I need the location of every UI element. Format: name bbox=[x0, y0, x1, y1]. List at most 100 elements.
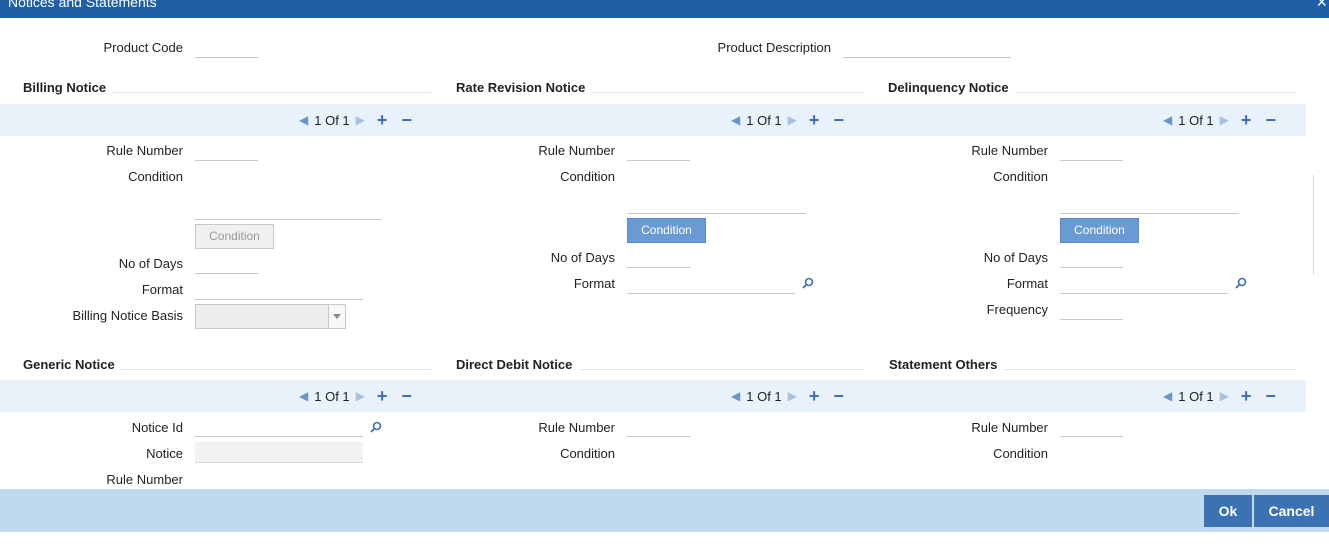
top-nav-band bbox=[0, 104, 1306, 136]
rate-format-input[interactable] bbox=[627, 293, 795, 294]
generic-notice-field bbox=[195, 442, 363, 463]
generic-pager-text: 1 Of 1 bbox=[314, 388, 350, 404]
generic-pager: ◀ 1 Of 1 ▶ + − bbox=[299, 386, 412, 406]
product-code-input[interactable] bbox=[195, 57, 258, 58]
delinquency-format-input[interactable] bbox=[1060, 293, 1228, 294]
add-row-button[interactable]: + bbox=[809, 387, 820, 405]
statement-others-rule bbox=[1004, 369, 1296, 370]
direct-debit-rule-number-input[interactable] bbox=[627, 436, 690, 437]
direct-debit-condition-label: Condition bbox=[560, 446, 615, 461]
delinquency-frequency-label: Frequency bbox=[986, 302, 1048, 317]
cancel-button[interactable]: Cancel bbox=[1254, 495, 1329, 527]
billing-rule-number-label: Rule Number bbox=[106, 143, 183, 158]
window-titlebar: Notices and Statements × bbox=[0, 0, 1329, 18]
billing-condition-label: Condition bbox=[128, 169, 183, 184]
billing-no-of-days-input[interactable] bbox=[195, 273, 258, 274]
statement-others-title: Statement Others bbox=[889, 357, 998, 372]
remove-row-button[interactable]: − bbox=[833, 111, 844, 129]
generic-notice-id-input[interactable] bbox=[195, 436, 363, 437]
billing-condition-input[interactable] bbox=[195, 219, 381, 220]
add-row-button[interactable]: + bbox=[377, 111, 388, 129]
product-code-label: Product Code bbox=[103, 40, 184, 55]
next-icon[interactable]: ▶ bbox=[788, 113, 797, 127]
ok-button[interactable]: Ok bbox=[1204, 495, 1252, 527]
rate-revision-pager: ◀ 1 Of 1 ▶ + − bbox=[731, 110, 844, 130]
next-icon[interactable]: ▶ bbox=[1220, 113, 1229, 127]
add-row-button[interactable]: + bbox=[809, 111, 820, 129]
delinquency-condition-button[interactable]: Condition bbox=[1060, 218, 1139, 243]
billing-format-input[interactable] bbox=[195, 299, 363, 300]
product-description-label: Product Description bbox=[717, 40, 831, 55]
add-row-button[interactable]: + bbox=[377, 387, 388, 405]
statement-others-condition-label: Condition bbox=[993, 446, 1048, 461]
remove-row-button[interactable]: − bbox=[1265, 387, 1276, 405]
chevron-down-icon[interactable] bbox=[328, 305, 345, 328]
prev-icon[interactable]: ◀ bbox=[731, 113, 740, 127]
billing-notice-basis-select[interactable] bbox=[195, 304, 346, 329]
delinquency-frequency-input[interactable] bbox=[1060, 319, 1123, 320]
close-icon[interactable]: × bbox=[1316, 0, 1327, 12]
billing-rule-number-input[interactable] bbox=[195, 160, 258, 161]
statement-others-rule-number-label: Rule Number bbox=[971, 420, 1048, 435]
vertical-scrollbar[interactable] bbox=[1313, 175, 1329, 275]
delinquency-rule-number-label: Rule Number bbox=[971, 143, 1048, 158]
magnifier-icon[interactable] bbox=[802, 277, 814, 289]
rate-rule-number-label: Rule Number bbox=[538, 143, 615, 158]
window-title: Notices and Statements bbox=[8, 0, 157, 10]
billing-notice-basis-label: Billing Notice Basis bbox=[72, 308, 183, 323]
direct-debit-rule-number-label: Rule Number bbox=[538, 420, 615, 435]
generic-rule-number-label: Rule Number bbox=[106, 472, 183, 487]
rate-rule-number-input[interactable] bbox=[627, 160, 690, 161]
rate-condition-button[interactable]: Condition bbox=[627, 218, 706, 243]
magnifier-icon[interactable] bbox=[1235, 277, 1247, 289]
footer-bar: Ok Cancel bbox=[0, 489, 1329, 532]
prev-icon[interactable]: ◀ bbox=[299, 389, 308, 403]
delinquency-pager-text: 1 Of 1 bbox=[1178, 112, 1214, 128]
next-icon[interactable]: ▶ bbox=[1220, 389, 1229, 403]
prev-icon[interactable]: ◀ bbox=[1163, 389, 1172, 403]
remove-row-button[interactable]: − bbox=[401, 111, 412, 129]
prev-icon[interactable]: ◀ bbox=[299, 113, 308, 127]
billing-condition-button[interactable]: Condition bbox=[195, 224, 274, 249]
magnifier-icon[interactable] bbox=[370, 421, 382, 433]
product-description-input[interactable] bbox=[843, 57, 1011, 58]
delinquency-rule bbox=[1016, 92, 1296, 93]
statement-others-pager-text: 1 Of 1 bbox=[1178, 388, 1214, 404]
prev-icon[interactable]: ◀ bbox=[1163, 113, 1172, 127]
bottom-nav-band bbox=[0, 380, 1306, 412]
delinquency-condition-label: Condition bbox=[993, 169, 1048, 184]
remove-row-button[interactable]: − bbox=[833, 387, 844, 405]
rate-revision-title: Rate Revision Notice bbox=[456, 80, 586, 95]
rate-no-of-days-label: No of Days bbox=[550, 250, 615, 265]
direct-debit-pager: ◀ 1 Of 1 ▶ + − bbox=[731, 386, 844, 406]
billing-no-of-days-label: No of Days bbox=[118, 256, 183, 271]
next-icon[interactable]: ▶ bbox=[356, 113, 365, 127]
generic-notice-title: Generic Notice bbox=[23, 357, 115, 372]
delinquency-title: Delinquency Notice bbox=[888, 80, 1009, 95]
billing-pager-text: 1 Of 1 bbox=[314, 112, 350, 128]
delinquency-condition-input[interactable] bbox=[1060, 213, 1239, 214]
remove-row-button[interactable]: − bbox=[1265, 111, 1276, 129]
direct-debit-title: Direct Debit Notice bbox=[456, 357, 573, 372]
statement-others-rule-number-input[interactable] bbox=[1060, 436, 1123, 437]
add-row-button[interactable]: + bbox=[1241, 111, 1252, 129]
add-row-button[interactable]: + bbox=[1241, 387, 1252, 405]
direct-debit-pager-text: 1 Of 1 bbox=[746, 388, 782, 404]
rate-format-label: Format bbox=[573, 276, 615, 291]
generic-notice-rule bbox=[121, 369, 431, 370]
rate-condition-input[interactable] bbox=[627, 213, 806, 214]
generic-notice-id-label: Notice Id bbox=[131, 420, 183, 435]
generic-notice-label: Notice bbox=[146, 446, 183, 461]
rate-condition-label: Condition bbox=[560, 169, 615, 184]
statement-others-pager: ◀ 1 Of 1 ▶ + − bbox=[1163, 386, 1276, 406]
delinquency-no-of-days-input[interactable] bbox=[1060, 267, 1123, 268]
billing-format-label: Format bbox=[141, 282, 183, 297]
prev-icon[interactable]: ◀ bbox=[731, 389, 740, 403]
delinquency-rule-number-input[interactable] bbox=[1060, 160, 1123, 161]
billing-notice-rule bbox=[113, 92, 431, 93]
remove-row-button[interactable]: − bbox=[401, 387, 412, 405]
next-icon[interactable]: ▶ bbox=[788, 389, 797, 403]
next-icon[interactable]: ▶ bbox=[356, 389, 365, 403]
rate-revision-pager-text: 1 Of 1 bbox=[746, 112, 782, 128]
rate-no-of-days-input[interactable] bbox=[627, 267, 690, 268]
